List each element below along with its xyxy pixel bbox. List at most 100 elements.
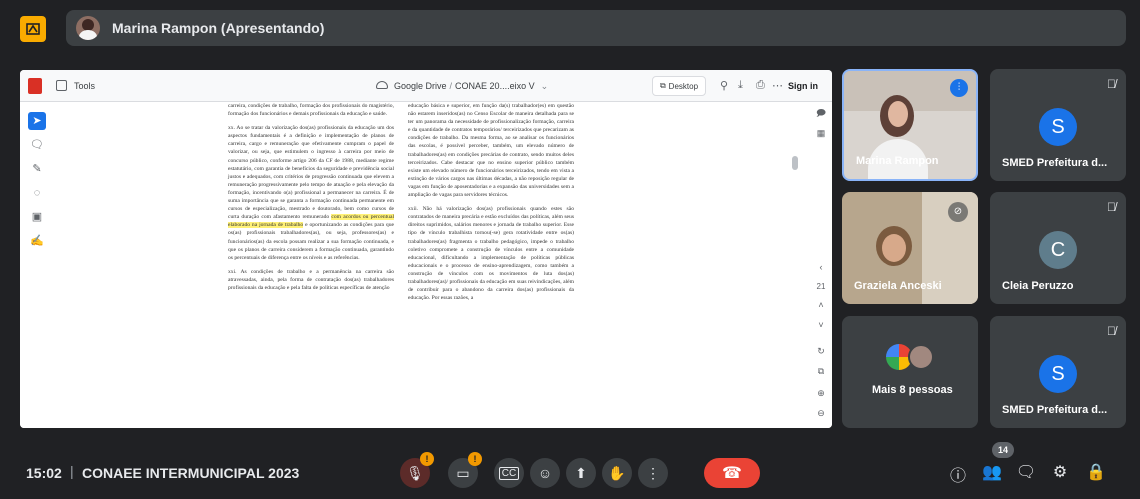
pdf-viewer-toolbar: Tools Google Drive / CONAE 20....eixo V ⌄ ⧉… <box>20 70 832 102</box>
participant-name: Marina Rampon <box>856 155 939 167</box>
reactions-button[interactable]: ☺ <box>530 458 560 488</box>
comment-icon[interactable]: 🗨 <box>28 136 46 154</box>
more-options-icon[interactable]: ⋯ <box>772 79 783 92</box>
host-controls-icon[interactable]: 🔒 <box>1084 462 1108 482</box>
meeting-details-icon[interactable]: ⓘ <box>946 462 970 486</box>
crumb-root[interactable]: Google Drive <box>394 81 447 91</box>
participant-tile-graziela[interactable]: ⊘ Graziela Anceski <box>842 192 978 304</box>
tools-grid-icon[interactable] <box>56 80 67 91</box>
page-navigation-rail: 🗩 ▦ ‹ 21 ˄ ˅ ↻ ⧉ ⊕ ⊖ <box>810 102 832 428</box>
desktop-label: Desktop <box>668 81 699 91</box>
document-column-left: carreira, condições de trabalho, formaçã… <box>228 102 395 298</box>
participant-name: SMED Prefeitura d... <box>1002 404 1108 416</box>
participant-tile-smed-1[interactable]: 🎙̸ S SMED Prefeitura d... <box>990 69 1126 181</box>
document-column-right: educação básica e superior, em função da… <box>408 102 574 308</box>
paragraph-text: e oportunizando as condições para que os… <box>228 222 394 261</box>
paragraph: xx. Ao se tratar da valorização dos(as) … <box>228 124 395 262</box>
acrobat-icon <box>28 78 42 94</box>
microphone-button[interactable]: 🎙 ! <box>400 452 434 488</box>
participant-tile-marina[interactable]: ⫶ Marina Rampon <box>842 69 978 181</box>
participant-tile-cleia[interactable]: 🎙̸ C Cleia Peruzzo <box>990 192 1126 304</box>
sign-in-link[interactable]: Sign in <box>788 81 818 91</box>
zoom-out-icon[interactable]: ⊖ <box>810 408 832 419</box>
chevron-down-icon[interactable]: ⌄ <box>541 81 549 91</box>
paragraph-text: xx. Ao se tratar da valorização dos(as) … <box>228 125 394 221</box>
presenter-avatar <box>76 16 100 40</box>
crumb-separator: / <box>449 81 453 91</box>
paragraph: xxii. Não há valorização dos(as) profiss… <box>408 206 574 302</box>
raise-hand-button[interactable]: ✋ <box>602 458 632 488</box>
title-separator: | <box>70 463 74 479</box>
cloud-icon <box>376 81 388 89</box>
present-button[interactable]: ⬆ <box>566 458 596 488</box>
activities-icon[interactable]: ⚙ <box>1048 462 1072 482</box>
chevron-up-icon[interactable]: ˄ <box>810 300 832 310</box>
signature-icon[interactable]: ✍ <box>28 232 46 250</box>
meet-logo-icon <box>20 16 46 42</box>
paragraph: educação básica e superior, em função da… <box>408 103 574 199</box>
external-link-icon: ⧉ <box>659 81 666 90</box>
mic-off-icon: ⊘ <box>948 202 968 222</box>
pen-icon[interactable]: ✎ <box>28 160 46 178</box>
annotation-toolbar: ➤ 🗨 ✎ ◌ ▣ ✍ <box>28 112 46 256</box>
mic-off-icon: 🎙̸ <box>1107 77 1116 91</box>
top-bar: Marina Rampon (Apresentando) <box>0 0 1140 58</box>
paragraph: xxi. As condições de trabalho e a perman… <box>228 268 394 291</box>
crumb-file[interactable]: CONAE 20....eixo V <box>455 81 535 91</box>
print-icon[interactable]: ⎙ <box>756 79 765 92</box>
hand-icon: ✋ <box>608 464 626 481</box>
file-breadcrumb[interactable]: Google Drive / CONAE 20....eixo V ⌄ <box>394 81 548 92</box>
people-icon[interactable]: 👥 <box>980 462 1004 482</box>
thumbnails-icon[interactable]: ▦ <box>810 128 832 139</box>
call-controls-bar: 15:02 | CONAEE INTERMUNICIPAL 2023 🎙 ! ▭… <box>0 440 1140 499</box>
warning-badge: ! <box>468 452 482 466</box>
camera-off-icon: ▭ <box>456 464 470 481</box>
participant-name: Graziela Anceski <box>854 280 942 292</box>
participant-video-face <box>882 234 906 262</box>
mic-off-icon: 🎙̸ <box>1107 324 1116 338</box>
chevron-down-icon[interactable]: ˅ <box>810 320 832 330</box>
select-cursor-icon[interactable]: ➤ <box>28 112 46 130</box>
fit-page-icon[interactable]: ⧉ <box>810 366 832 377</box>
paragraph: carreira, condições de trabalho, formaçã… <box>228 103 394 118</box>
pdf-page-area[interactable]: ➤ 🗨 ✎ ◌ ▣ ✍ carreira, condições de traba… <box>20 102 832 428</box>
present-screen-icon: ⬆ <box>575 464 587 481</box>
speaking-indicator-icon: ⫶ <box>950 79 968 97</box>
people-count-badge: 14 <box>992 442 1014 458</box>
page-number: 21 <box>816 282 826 291</box>
more-options-button[interactable]: ⋮ <box>638 458 668 488</box>
avatar: S <box>1039 355 1077 393</box>
emoji-icon: ☺ <box>537 465 553 481</box>
search-icon[interactable]: ⚲ <box>720 79 728 92</box>
text-box-icon[interactable]: ▣ <box>28 208 46 226</box>
page-up-icon[interactable]: ‹ <box>810 262 832 272</box>
participant-tile-smed-2[interactable]: 🎙̸ S SMED Prefeitura d... <box>990 316 1126 428</box>
participant-name: SMED Prefeitura d... <box>1002 157 1108 169</box>
download-icon[interactable]: ⤓ <box>738 79 743 92</box>
avatar: C <box>1039 231 1077 269</box>
lasso-icon[interactable]: ◌ <box>28 184 46 202</box>
more-participants-tile[interactable]: Mais 8 pessoas <box>842 316 978 428</box>
tools-menu[interactable]: Tools <box>74 81 95 91</box>
chat-bubble-icon[interactable]: 🗩 <box>810 106 832 122</box>
chat-icon[interactable]: 🗨 <box>1014 462 1038 482</box>
mic-off-icon: 🎙 <box>406 464 424 481</box>
open-in-desktop-button[interactable]: ⧉ Desktop <box>652 76 706 96</box>
rotate-icon[interactable]: ↻ <box>810 346 832 357</box>
zoom-in-icon[interactable]: ⊕ <box>810 388 832 399</box>
mic-off-icon: 🎙̸ <box>1107 200 1116 214</box>
captions-icon: CC <box>498 466 520 480</box>
captions-button[interactable]: CC <box>494 458 524 488</box>
meeting-time: 15:02 <box>26 465 62 481</box>
shared-screen[interactable]: Tools Google Drive / CONAE 20....eixo V ⌄ ⧉… <box>20 70 832 428</box>
scrollbar-track[interactable] <box>792 106 798 424</box>
more-vert-icon: ⋮ <box>646 464 660 481</box>
warning-badge: ! <box>420 452 434 466</box>
more-participants-label: Mais 8 pessoas <box>872 384 953 396</box>
leave-call-button[interactable]: ☎ <box>704 458 760 488</box>
scrollbar-thumb[interactable] <box>792 156 798 170</box>
presentation-banner[interactable]: Marina Rampon (Apresentando) <box>66 10 1126 46</box>
avatar: S <box>1039 108 1077 146</box>
camera-button[interactable]: ▭ ! <box>448 452 482 488</box>
participant-video-face <box>888 101 908 127</box>
